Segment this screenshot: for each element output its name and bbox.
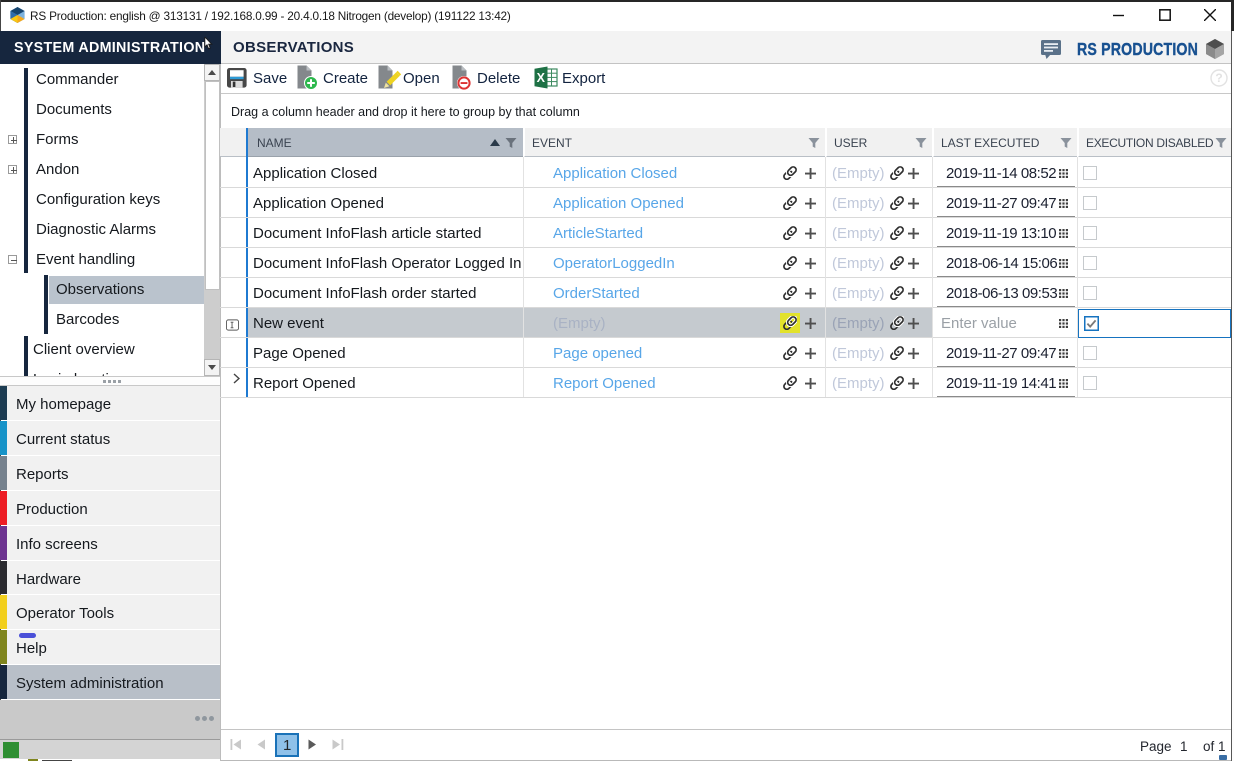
svg-text:?: ? xyxy=(1215,71,1222,85)
svg-text:X: X xyxy=(537,71,546,85)
